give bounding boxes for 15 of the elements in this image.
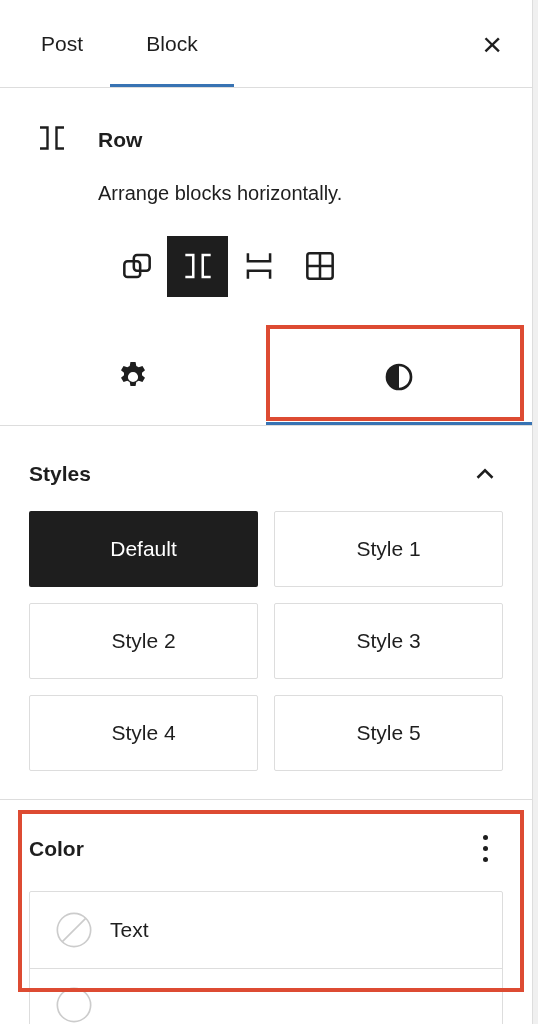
tab[interactable]: Block (110, 0, 234, 87)
style-option[interactable]: Style 5 (274, 694, 503, 771)
block-title: Row (98, 127, 144, 153)
kebab-icon (482, 835, 488, 862)
block-description: Arrange blocks horizontally. (98, 180, 343, 206)
panel-title: Color (29, 835, 84, 862)
style-option[interactable]: Style 4 (29, 694, 258, 771)
close-button[interactable]: × (482, 26, 502, 61)
panel-title: Styles (29, 460, 91, 487)
tab[interactable]: Post (14, 0, 110, 87)
style-option[interactable]: Style 2 (29, 602, 258, 679)
style-option[interactable]: Style 1 (274, 510, 503, 587)
style-option[interactable]: Style 3 (274, 602, 503, 679)
variation-button[interactable] (167, 235, 228, 297)
style-option[interactable]: Default (29, 510, 258, 587)
